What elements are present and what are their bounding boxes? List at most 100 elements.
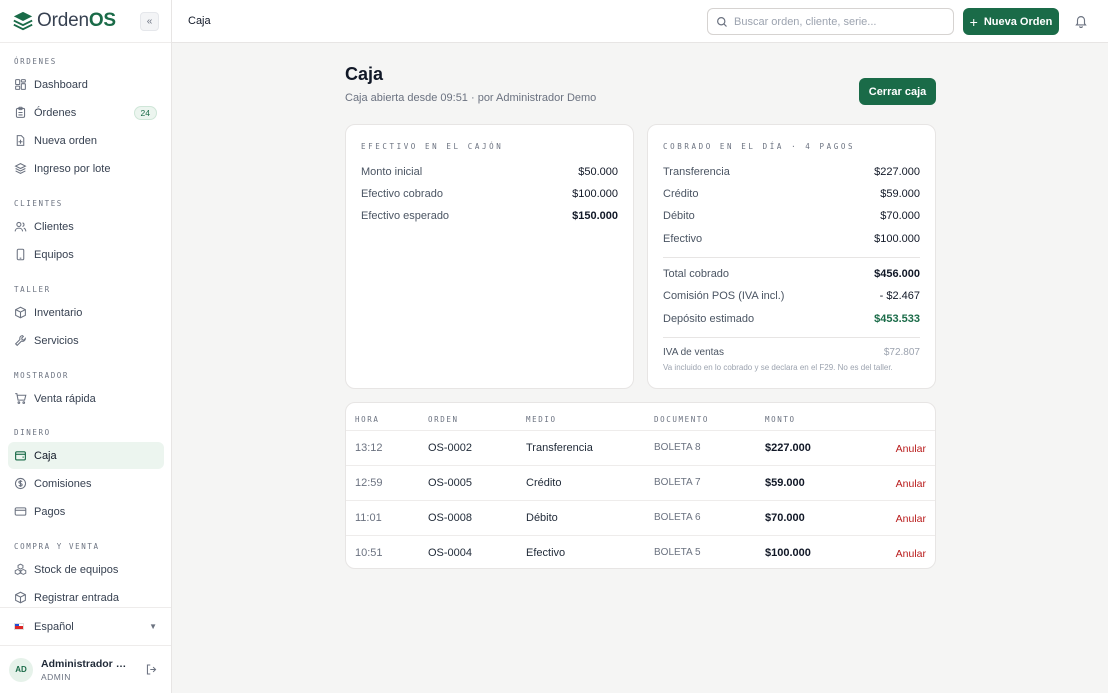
void-button[interactable]: Anular <box>896 548 926 560</box>
box-icon <box>15 306 26 319</box>
iva-row: IVA de ventas $72.807 <box>663 347 920 358</box>
section-title-taller: TALLER <box>14 285 51 294</box>
row-value: $227.000 <box>874 166 920 178</box>
collapse-sidebar-button[interactable]: « <box>140 12 159 31</box>
sidebar-item-caja[interactable]: Caja <box>8 442 164 469</box>
section-title-mostrador: MOSTRADOR <box>14 371 70 380</box>
sidebar-item-venta-rapida[interactable]: Venta rápida <box>8 385 164 412</box>
void-button[interactable]: Anular <box>896 513 926 525</box>
user-profile: AD Administrador Demo ADMIN <box>0 645 171 693</box>
column-header-order: ORDEN <box>428 415 459 424</box>
cash-row-collected: Efectivo cobrado $100.000 <box>361 188 618 200</box>
cell-method: Efectivo <box>526 547 566 559</box>
section-title-dinero: DINERO <box>14 428 51 437</box>
cell-method: Crédito <box>526 477 562 489</box>
row-label: Efectivo <box>663 233 703 245</box>
cell-method: Transferencia <box>526 442 593 454</box>
sidebar-item-stock-de-equipos[interactable]: Stock de equipos <box>8 556 164 583</box>
sidebar-item-clientes[interactable]: Clientes <box>8 213 164 240</box>
card-title: COBRADO EN EL DÍA · 4 PAGOS <box>663 142 856 151</box>
cash-row-initial: Monto inicial $50.000 <box>361 166 618 178</box>
section-title-compra-y-venta: COMPRA Y VENTA <box>14 542 100 551</box>
divider <box>663 337 920 338</box>
sidebar-item-label: Servicios <box>34 334 79 347</box>
cell-order[interactable]: OS-0008 <box>428 512 472 524</box>
cash-drawer-card: EFECTIVO EN EL CAJÓN Monto inicial $50.0… <box>345 124 634 389</box>
sidebar: OrdenOS « ÓRDENES Dashboard Órdenes 24 N… <box>0 0 172 693</box>
sidebar-item-label: Caja <box>34 449 57 462</box>
box-icon <box>15 591 26 604</box>
sidebar-item-label: Comisiones <box>34 477 92 490</box>
user-role: ADMIN <box>41 671 71 682</box>
logo-icon <box>13 11 33 31</box>
sidebar-item-pagos[interactable]: Pagos <box>8 498 164 525</box>
search-input[interactable] <box>734 15 944 28</box>
search-box[interactable] <box>707 8 954 35</box>
sidebar-item-label: Venta rápida <box>34 392 96 405</box>
cart-icon <box>15 393 27 404</box>
bell-icon[interactable] <box>1074 14 1088 28</box>
new-order-label: Nueva Orden <box>983 15 1053 28</box>
page-subtitle: Caja abierta desde 09:51 · por Administr… <box>345 92 597 104</box>
credit-card-icon <box>14 507 27 516</box>
avatar: AD <box>9 657 33 682</box>
cell-time: 13:12 <box>355 442 383 454</box>
table-row: 10:51 OS-0004 Efectivo BOLETA 5 $100.000… <box>346 535 935 570</box>
plus-icon: + <box>969 13 978 30</box>
new-order-button[interactable]: + Nueva Orden <box>963 8 1059 35</box>
sidebar-item-label: Inventario <box>34 306 83 319</box>
brand: OrdenOS « <box>0 0 171 43</box>
row-label: Efectivo esperado <box>361 210 450 222</box>
sidebar-item-label: Clientes <box>34 220 74 233</box>
sidebar-item-label: Órdenes <box>34 106 77 119</box>
phone-icon <box>16 248 25 261</box>
iva-note: Va incluido en lo cobrado y se declara e… <box>663 363 893 372</box>
column-header-document: DOCUMENTO <box>654 415 710 424</box>
cell-time: 10:51 <box>355 547 383 559</box>
cell-order[interactable]: OS-0002 <box>428 442 472 454</box>
wallet-icon <box>15 451 26 461</box>
cell-order[interactable]: OS-0005 <box>428 477 472 489</box>
divider <box>663 257 920 258</box>
sidebar-item-label: Nueva orden <box>34 134 97 147</box>
row-label: Débito <box>663 210 695 222</box>
row-value: $50.000 <box>578 166 618 178</box>
chile-flag-icon <box>14 623 24 630</box>
user-name: Administrador Demo <box>41 657 133 670</box>
sidebar-item-ordenes[interactable]: Órdenes 24 <box>8 99 164 126</box>
language-selector[interactable]: Español ▼ <box>0 607 171 645</box>
row-label: Total cobrado <box>663 268 730 280</box>
sidebar-item-dashboard[interactable]: Dashboard <box>8 71 164 98</box>
row-label: Efectivo cobrado <box>361 188 443 200</box>
sidebar-item-label: Registrar entrada <box>34 591 119 604</box>
row-value: $150.000 <box>572 210 618 222</box>
void-button[interactable]: Anular <box>896 478 926 490</box>
sidebar-item-comisiones[interactable]: Comisiones <box>8 470 164 497</box>
row-value: $70.000 <box>880 210 920 222</box>
cell-document: BOLETA 8 <box>654 442 701 453</box>
logout-icon[interactable] <box>145 663 158 676</box>
sidebar-item-label: Stock de equipos <box>34 563 119 576</box>
search-icon <box>717 16 727 27</box>
cell-order[interactable]: OS-0004 <box>428 547 472 559</box>
boxes-icon <box>14 563 27 575</box>
cell-amount: $227.000 <box>765 442 811 454</box>
sidebar-item-equipos[interactable]: Equipos <box>8 241 164 268</box>
row-value: $100.000 <box>874 233 920 245</box>
cell-amount: $100.000 <box>765 547 811 559</box>
close-cash-button[interactable]: Cerrar caja <box>859 78 936 105</box>
sidebar-item-nueva-orden[interactable]: Nueva orden <box>8 127 164 154</box>
breadcrumb: Caja <box>188 15 211 27</box>
cell-document: BOLETA 6 <box>654 512 701 523</box>
sidebar-item-ingreso-por-lote[interactable]: Ingreso por lote <box>8 155 164 182</box>
method-row-transferencia: Transferencia $227.000 <box>663 166 920 178</box>
column-header-method: MEDIO <box>526 415 557 424</box>
method-row-debito: Débito $70.000 <box>663 210 920 222</box>
sidebar-item-inventario[interactable]: Inventario <box>8 299 164 326</box>
cell-method: Débito <box>526 512 558 524</box>
topbar: Caja + Nueva Orden <box>172 0 1108 43</box>
orders-count-badge: 24 <box>133 105 157 120</box>
void-button[interactable]: Anular <box>896 443 926 455</box>
sidebar-item-servicios[interactable]: Servicios <box>8 327 164 354</box>
section-title-ordenes: ÓRDENES <box>14 57 57 66</box>
